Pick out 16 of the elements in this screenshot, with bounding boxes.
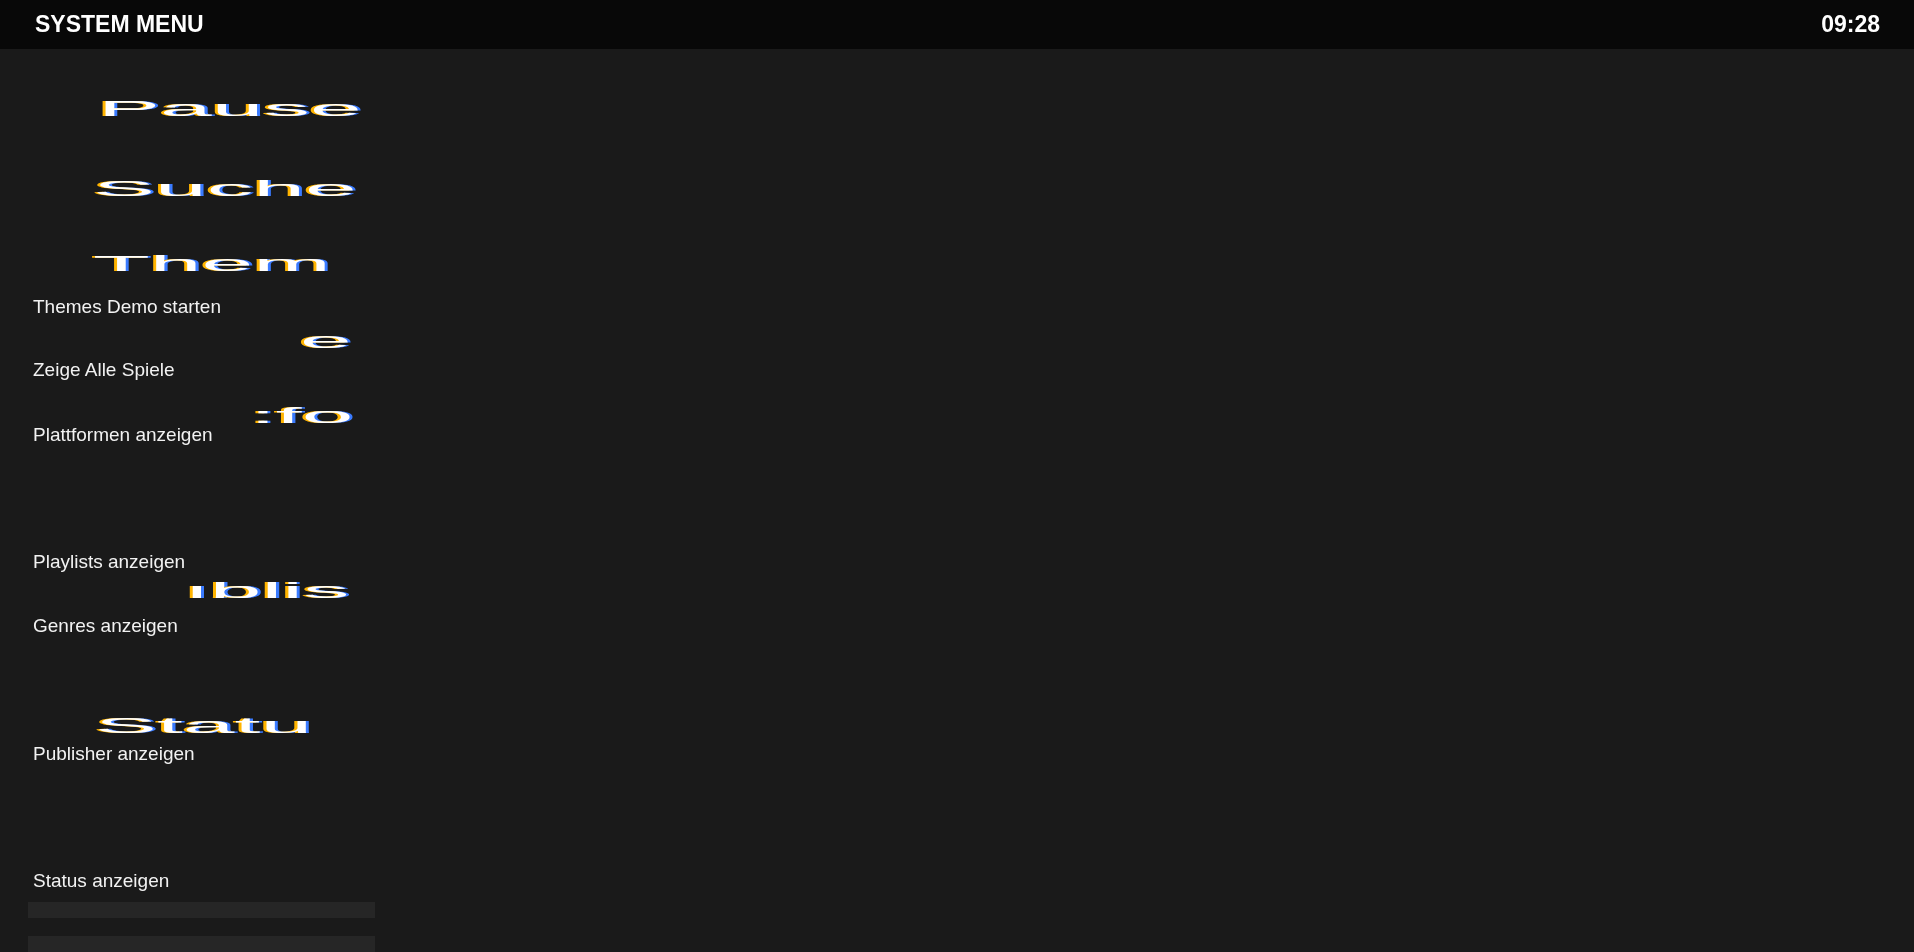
menu-item[interactable]: Genres anzeigen [0, 614, 178, 638]
glitched-text: Suche [93, 179, 357, 197]
menu-item[interactable]: Status anzeigen [0, 869, 170, 893]
glitched-text: Statu [95, 716, 313, 734]
menu-item[interactable]: Zeige Alle Spiele [0, 358, 175, 382]
glitched-text: e [300, 331, 352, 349]
clock: 09:28 [1821, 11, 1880, 38]
menu-item[interactable]: Playlists anzeigen [0, 550, 186, 574]
glitched-text: Pause [98, 99, 362, 117]
glitched-text: :fo [250, 406, 354, 424]
glitched-text: Them [93, 254, 331, 272]
glitched-text: ıblis [184, 581, 350, 599]
menu-item[interactable]: Themes Demo starten [0, 295, 221, 319]
menu-item[interactable]: Publisher anzeigen [0, 742, 195, 766]
menu-item[interactable]: Plattformen anzeigen [0, 423, 213, 447]
menu-title: SYSTEM MENU [35, 11, 204, 38]
